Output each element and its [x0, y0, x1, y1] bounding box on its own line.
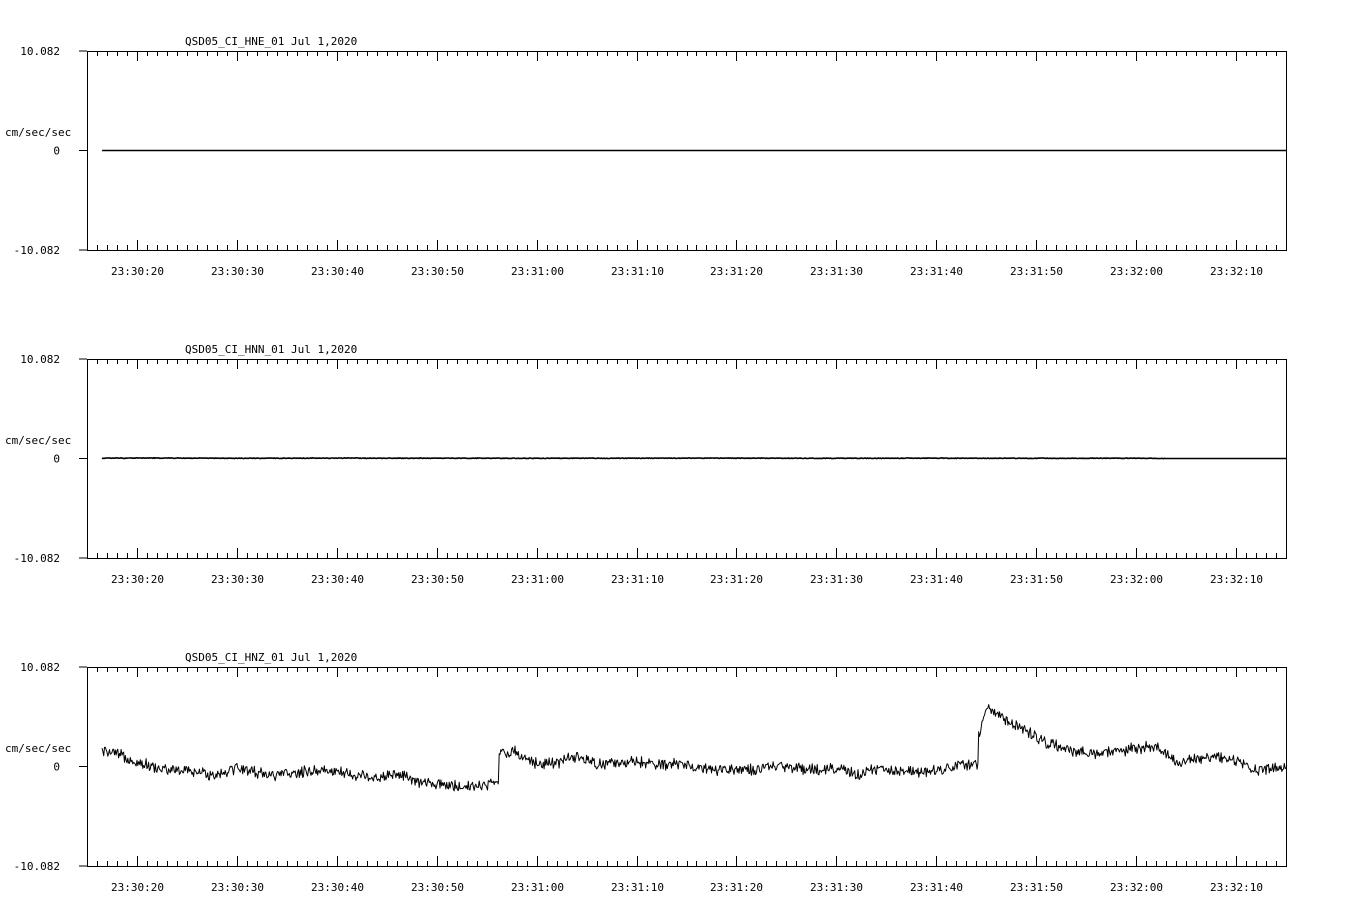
x-tick-label: 23:31:40	[910, 265, 963, 278]
x-tick-label: 23:31:10	[611, 265, 664, 278]
x-tick-label: 23:32:00	[1110, 881, 1163, 894]
x-tick-label: 23:30:50	[411, 265, 464, 278]
x-tick-label: 23:30:20	[111, 265, 164, 278]
x-tick-label: 23:31:00	[511, 265, 564, 278]
x-tick-label: 23:30:30	[211, 881, 264, 894]
x-tick-label: 23:30:40	[311, 573, 364, 586]
x-tick-label: 23:31:00	[511, 573, 564, 586]
waveform-trace	[101, 456, 1286, 460]
x-tick-label: 23:30:40	[311, 881, 364, 894]
x-tick-label: 23:31:30	[810, 573, 863, 586]
x-tick-label: 23:32:10	[1210, 881, 1263, 894]
y-tick-label: -10.082	[14, 244, 60, 257]
x-tick-label: 23:30:50	[411, 881, 464, 894]
x-tick-label: 23:31:00	[511, 881, 564, 894]
panel-title: QSD05_CI_HNZ_01 Jul 1,2020	[185, 651, 357, 664]
x-tick-label: 23:31:20	[710, 881, 763, 894]
x-tick-label: 23:32:00	[1110, 573, 1163, 586]
x-tick-label: 23:32:10	[1210, 573, 1263, 586]
x-tick-label: 23:32:00	[1110, 265, 1163, 278]
y-tick-label: -10.082	[14, 860, 60, 873]
x-tick-label: 23:30:30	[211, 573, 264, 586]
y-tick-label: 10.082	[20, 45, 60, 58]
x-tick-label: 23:31:30	[810, 881, 863, 894]
x-tick-label: 23:31:50	[1010, 573, 1063, 586]
y-axis-label: cm/sec/sec	[5, 126, 71, 139]
waveform-trace	[101, 704, 1287, 792]
y-axis-label: cm/sec/sec	[5, 742, 71, 755]
x-tick-label: 23:31:30	[810, 265, 863, 278]
y-tick-label: 0	[53, 761, 60, 774]
x-tick-label: 23:31:50	[1010, 881, 1063, 894]
x-tick-label: 23:31:20	[710, 573, 763, 586]
x-tick-label: 23:31:50	[1010, 265, 1063, 278]
y-tick-label: 0	[53, 453, 60, 466]
x-tick-label: 23:31:40	[910, 573, 963, 586]
x-tick-label: 23:31:10	[611, 881, 664, 894]
x-tick-label: 23:31:40	[910, 881, 963, 894]
seismogram-figure: QSD05_CI_HNE_01 Jul 1,2020 10.082 0 -10.082…	[5, 35, 1287, 894]
x-tick-label: 23:31:10	[611, 573, 664, 586]
x-tick-label: 23:31:20	[710, 265, 763, 278]
y-tick-label: 10.082	[20, 353, 60, 366]
x-tick-label: 23:30:20	[111, 573, 164, 586]
seismogram-panel-2: QSD05_CI_HNN_01 Jul 1,2020 10.082 0 -10.082…	[5, 343, 1287, 586]
x-tick-label: 23:30:40	[311, 265, 364, 278]
panel-title: QSD05_CI_HNN_01 Jul 1,2020	[185, 343, 357, 356]
y-axis-label: cm/sec/sec	[5, 434, 71, 447]
y-tick-label: 10.082	[20, 661, 60, 674]
x-tick-label: 23:32:10	[1210, 265, 1263, 278]
y-tick-label: -10.082	[14, 552, 60, 565]
x-tick-label: 23:30:50	[411, 573, 464, 586]
seismogram-panel-3: QSD05_CI_HNZ_01 Jul 1,2020 10.082 0 -10.082…	[5, 651, 1287, 894]
seismogram-panel-1: QSD05_CI_HNE_01 Jul 1,2020 10.082 0 -10.082…	[5, 35, 1287, 278]
x-tick-label: 23:30:20	[111, 881, 164, 894]
x-tick-label: 23:30:30	[211, 265, 264, 278]
y-tick-label: 0	[53, 145, 60, 158]
panel-title: QSD05_CI_HNE_01 Jul 1,2020	[185, 35, 357, 48]
